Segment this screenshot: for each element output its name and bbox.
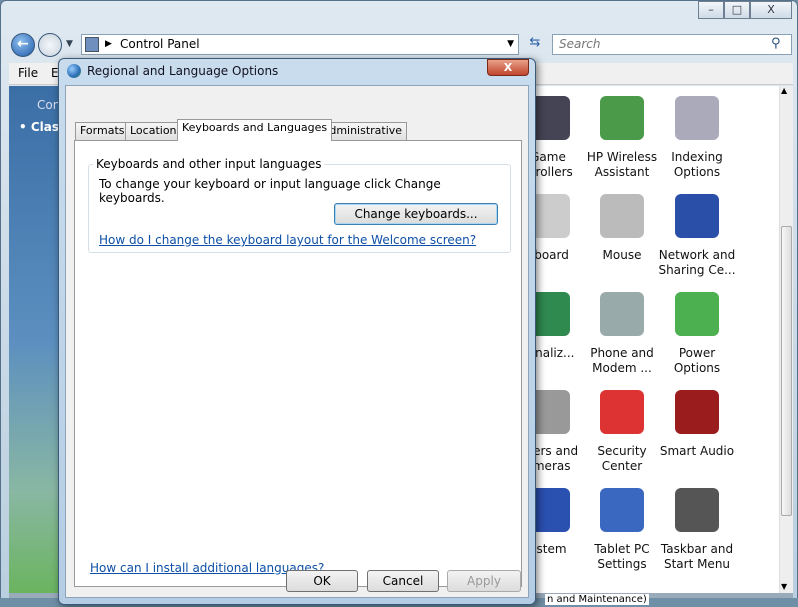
control-panel-home-link[interactable]: Con	[37, 98, 60, 112]
control-panel-item[interactable]: Mouse	[581, 194, 663, 276]
breadcrumb-arrow-icon: ▶	[105, 39, 112, 49]
control-panel-item-label: Power Options	[673, 346, 721, 375]
phone-icon	[600, 292, 644, 336]
control-panel-item[interactable]: Indexing Options	[656, 96, 738, 179]
group-title: Keyboards and other input languages	[93, 157, 325, 171]
tab-panel: Keyboards and other input languages To c…	[74, 140, 522, 587]
forward-button[interactable]	[38, 33, 62, 57]
control-panel-item-label: Smart Audio	[659, 444, 735, 458]
back-button[interactable]: ←	[11, 33, 35, 57]
scroll-up-icon[interactable]: ▲	[781, 86, 787, 95]
status-text: n and Maintenance)	[545, 594, 649, 605]
audio-icon	[675, 390, 719, 434]
shield-icon	[600, 390, 644, 434]
refresh-button[interactable]: ⇆	[525, 35, 545, 55]
regional-language-dialog: Regional and Language Options X Formats …	[58, 58, 536, 605]
search-icon[interactable]: ⚲	[771, 36, 781, 51]
tab-keyboards-and-languages[interactable]: Keyboards and Languages	[177, 119, 333, 141]
control-panel-item[interactable]: Power Options	[656, 292, 738, 375]
apply-button[interactable]: Apply	[447, 570, 521, 592]
address-bar[interactable]: ▶ Control Panel ▼	[81, 34, 519, 55]
address-dropdown-icon[interactable]: ▼	[507, 35, 514, 54]
control-panel-item-label: Taskbar and Start Menu	[660, 542, 734, 571]
taskbar-icon	[675, 488, 719, 532]
scroll-thumb[interactable]	[781, 226, 792, 516]
network-icon	[675, 194, 719, 238]
control-panel-item-label: Security Center	[597, 444, 647, 473]
recent-pages-dropdown[interactable]: ▼	[66, 39, 73, 49]
power-icon	[675, 292, 719, 336]
control-panel-item-label: Mouse	[602, 248, 642, 262]
close-window-button[interactable]: X	[750, 1, 792, 19]
wireless-icon	[600, 96, 644, 140]
back-arrow-icon: ←	[17, 36, 29, 52]
maximize-button[interactable]: □	[724, 1, 750, 19]
control-panel-item[interactable]: HP Wireless Assistant	[581, 96, 663, 179]
control-panel-item-label: Indexing Options	[671, 150, 723, 179]
group-description: To change your keyboard or input languag…	[99, 177, 441, 205]
tablet-icon	[600, 488, 644, 532]
tab-location[interactable]: Location	[125, 122, 182, 140]
control-panel-item-label: Tablet PC Settings	[594, 542, 650, 571]
dialog-close-button[interactable]: X	[487, 59, 529, 76]
mouse-icon	[600, 194, 644, 238]
control-panel-icon	[85, 37, 99, 52]
scroll-down-icon[interactable]: ▼	[781, 582, 787, 591]
search-input[interactable]: Search	[552, 34, 792, 55]
control-panel-item[interactable]: Security Center	[581, 390, 663, 473]
dialog-title: Regional and Language Options	[87, 64, 279, 78]
menu-file[interactable]: File	[18, 66, 38, 80]
globe-icon	[67, 64, 81, 78]
control-panel-item-label: HP Wireless Assistant	[586, 150, 658, 179]
control-panel-item[interactable]: Tablet PC Settings	[581, 488, 663, 571]
control-panel-item[interactable]: Smart Audio	[656, 390, 738, 472]
indexing-icon	[675, 96, 719, 140]
control-panel-item-label: Phone and Modem ...	[590, 346, 654, 375]
minimize-button[interactable]: –	[698, 1, 724, 19]
control-panel-item[interactable]: Network and Sharing Ce...	[656, 194, 738, 277]
vertical-scrollbar[interactable]: ▲ ▼	[779, 86, 793, 593]
control-panel-item[interactable]: Phone and Modem ...	[581, 292, 663, 375]
classic-view-label: Clas	[30, 120, 60, 134]
change-keyboards-button[interactable]: Change keyboards...	[334, 203, 498, 225]
breadcrumb-control-panel[interactable]: Control Panel	[120, 37, 200, 51]
cancel-button[interactable]: Cancel	[367, 570, 439, 592]
tab-formats[interactable]: Formats	[75, 122, 130, 140]
classic-view-link[interactable]: • Clas	[19, 120, 59, 134]
control-panel-item-label: Network and Sharing Ce...	[658, 248, 736, 277]
dialog-body: Formats Location Keyboards and Languages…	[65, 85, 529, 598]
welcome-screen-keyboard-link[interactable]: How do I change the keyboard layout for …	[99, 233, 476, 247]
keyboards-group: Keyboards and other input languages To c…	[88, 157, 511, 253]
control-panel-item[interactable]: Taskbar and Start Menu	[656, 488, 738, 571]
ok-button[interactable]: OK	[286, 570, 358, 592]
